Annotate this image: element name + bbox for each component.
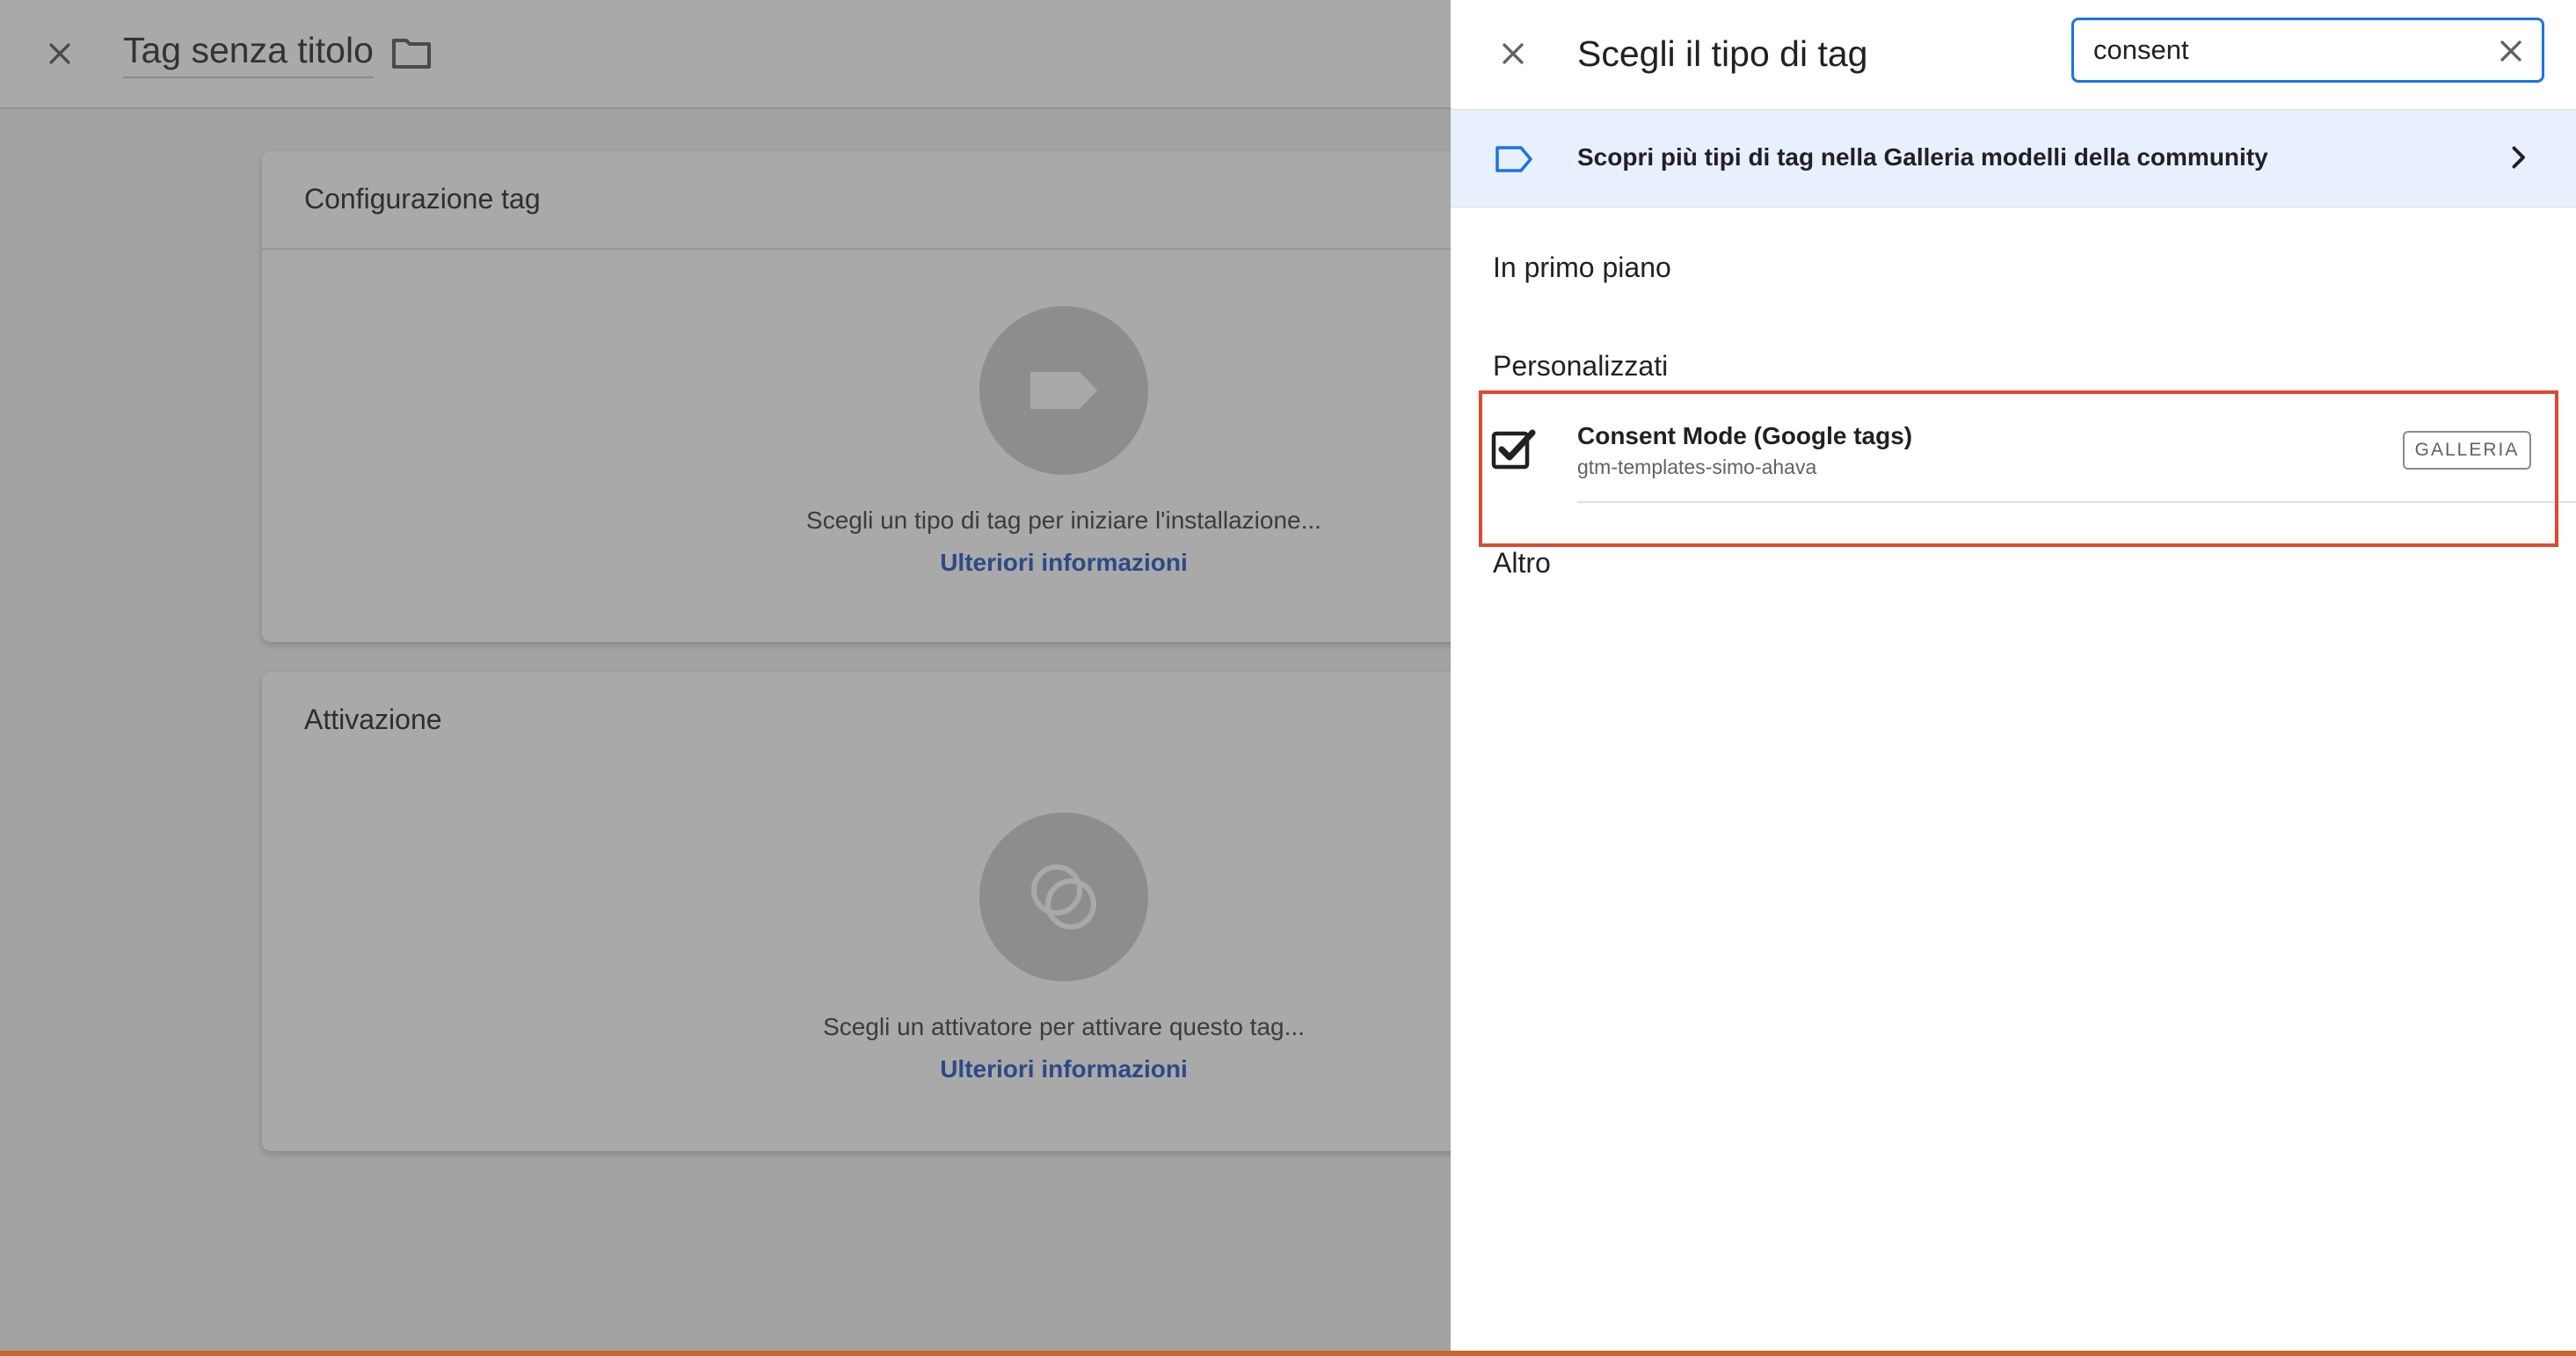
search-field[interactable] xyxy=(2071,18,2544,83)
row-divider xyxy=(1577,501,2576,503)
section-featured: In primo piano xyxy=(1493,252,1671,283)
editor-close-icon[interactable] xyxy=(37,33,83,74)
gallery-badge: GALLERIA xyxy=(2403,431,2531,470)
gallery-banner-text: Scopri più tipi di tag nella Galleria mo… xyxy=(1577,143,2268,171)
card-divider xyxy=(262,248,1493,250)
search-input[interactable] xyxy=(2093,33,2463,68)
card-title: Configurazione tag xyxy=(304,183,541,215)
tag-label-icon xyxy=(1495,145,1533,178)
template-publisher: gtm-templates-simo-ahava xyxy=(1577,456,1817,478)
bottom-edge-strip xyxy=(0,1351,2576,1356)
editor-header: Tag senza titolo xyxy=(0,0,1451,109)
chevron-right-icon xyxy=(2502,142,2534,178)
trigger-icon xyxy=(979,813,1148,981)
choose-tag-type-panel: Scegli il tipo di tag Scopri più tipi di… xyxy=(1451,0,2576,1351)
panel-title: Scegli il tipo di tag xyxy=(1577,33,1868,74)
tag-editor-background: Tag senza titolo Configurazione tag Sceg… xyxy=(0,0,1493,1356)
community-gallery-banner[interactable]: Scopri più tipi di tag nella Galleria mo… xyxy=(1451,109,2576,208)
checkbox-checked-icon xyxy=(1491,427,1537,474)
section-custom: Personalizzati xyxy=(1493,350,1669,382)
tag-name-title[interactable]: Tag senza titolo xyxy=(123,30,374,78)
close-icon[interactable] xyxy=(1491,33,1535,74)
card-title: Attivazione xyxy=(304,704,442,735)
tag-template-result[interactable]: Consent Mode (Google tags) gtm-templates… xyxy=(1451,396,2576,503)
clear-search-icon[interactable] xyxy=(2494,34,2528,68)
folder-icon[interactable] xyxy=(390,35,433,75)
triggering-card[interactable]: Attivazione Scegli un attivatore per att… xyxy=(262,672,1493,1151)
tag-type-icon xyxy=(979,306,1148,475)
tag-configuration-card[interactable]: Configurazione tag Scegli un tipo di tag… xyxy=(262,151,1493,642)
section-other: Altro xyxy=(1493,547,1551,579)
template-name: Consent Mode (Google tags) xyxy=(1577,422,1913,449)
